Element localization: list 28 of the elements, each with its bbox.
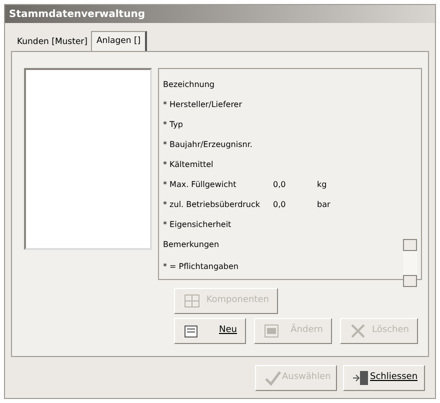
form-icon xyxy=(263,323,281,339)
field-label: Bezeichnung xyxy=(163,79,216,91)
window-title: Stammdatenverwaltung xyxy=(5,5,435,23)
field-value: 0,0 xyxy=(273,179,287,191)
field-label: * zul. Betriebsüberdruck xyxy=(163,199,262,211)
checkmark-icon xyxy=(264,370,282,386)
field-value: 0,0 xyxy=(273,199,287,211)
field-label: * Max. Füllgewicht xyxy=(163,179,238,191)
scroll-down-button[interactable] xyxy=(403,275,417,287)
grid-icon xyxy=(183,293,201,309)
unit-label: kg xyxy=(317,179,327,191)
door-icon xyxy=(352,370,370,386)
list-box[interactable] xyxy=(24,68,152,250)
field-label: * Eigensicherheit xyxy=(163,219,232,231)
close-icon xyxy=(349,323,367,339)
tab[interactable]: Kunden [Muster] xyxy=(13,33,92,51)
note-text: * = Pflichtangaben xyxy=(163,261,240,273)
tab[interactable]: Anlagen [] xyxy=(91,31,147,51)
close-button[interactable]: Schliessen xyxy=(343,365,425,391)
unit-label: bar xyxy=(317,199,330,211)
field-label: * Hersteller/Lieferer xyxy=(163,99,244,111)
new-button[interactable]: Neu xyxy=(174,318,246,344)
scroll-up-button[interactable] xyxy=(403,239,417,251)
scrollbar[interactable] xyxy=(403,239,417,287)
field-label: * Kältemittel xyxy=(163,159,214,171)
field-label: * Baujahr/Erzeugnisnr. xyxy=(163,139,254,151)
field-label: Bemerkungen xyxy=(163,239,220,251)
field-label: * Typ xyxy=(163,119,184,131)
